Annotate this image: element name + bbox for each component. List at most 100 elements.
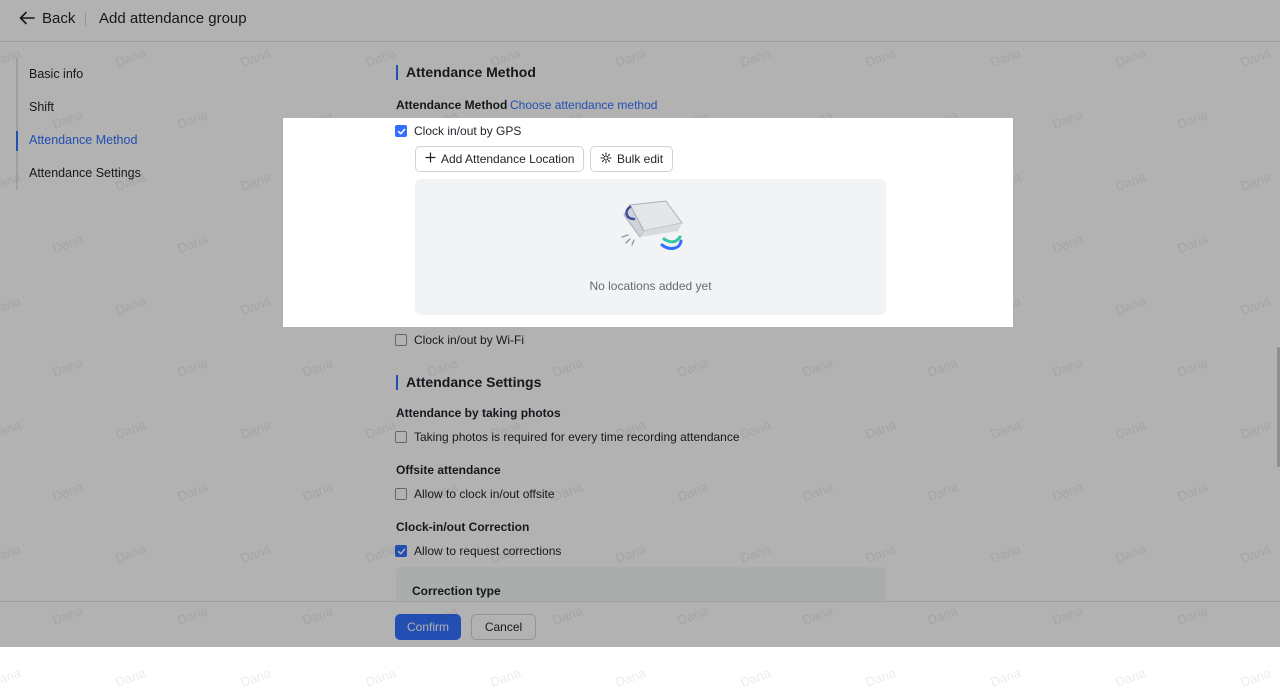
section-nav: Basic info Shift Attendance Method Atten… bbox=[16, 58, 218, 190]
watermark-text: Dana bbox=[238, 665, 273, 690]
watermark-text: Dana bbox=[988, 541, 1023, 566]
confirm-button[interactable]: Confirm bbox=[395, 614, 461, 640]
checkbox-box[interactable] bbox=[395, 334, 407, 346]
watermark-text: Dana bbox=[1050, 107, 1085, 132]
offsite-option: Allow to clock in/out offsite bbox=[414, 487, 555, 501]
photos-option: Taking photos is required for every time… bbox=[414, 430, 740, 444]
watermark-text: Dana bbox=[1113, 45, 1148, 70]
watermark-text: Dana bbox=[925, 479, 960, 504]
watermark-text: Dana bbox=[1238, 665, 1273, 690]
watermark-text: Dana bbox=[175, 231, 210, 256]
watermark-text: Dana bbox=[238, 417, 273, 442]
watermark-text: Dana bbox=[613, 665, 648, 690]
watermark-text: Dana bbox=[1113, 541, 1148, 566]
watermark-text: Dana bbox=[0, 417, 23, 442]
watermark-text: Dana bbox=[1238, 45, 1273, 70]
watermark-text: Dana bbox=[238, 541, 273, 566]
header-bar: Back Add attendance group bbox=[0, 0, 1280, 42]
gps-label: Clock in/out by GPS bbox=[414, 124, 522, 138]
add-location-label: Add Attendance Location bbox=[441, 152, 575, 166]
watermark-text: Dana bbox=[363, 665, 398, 690]
watermark-text: Dana bbox=[50, 231, 85, 256]
bulk-edit-button[interactable]: Bulk edit bbox=[590, 146, 674, 172]
gps-highlight-region: Clock in/out by GPS Add Attendance Locat… bbox=[283, 118, 1013, 327]
watermark-text: Dana bbox=[300, 479, 335, 504]
check-icon bbox=[397, 548, 405, 554]
watermark-text: Dana bbox=[0, 541, 23, 566]
watermark-text: Dana bbox=[863, 665, 898, 690]
watermark-text: Dana bbox=[675, 479, 710, 504]
offsite-checkbox[interactable]: Allow to clock in/out offsite bbox=[395, 487, 555, 501]
cancel-button[interactable]: Cancel bbox=[471, 614, 536, 640]
watermark-text: Dana bbox=[113, 665, 148, 690]
footer-bar bbox=[0, 601, 1280, 648]
add-location-button[interactable]: Add Attendance Location bbox=[415, 146, 585, 172]
nav-item-attendance-method[interactable]: Attendance Method bbox=[16, 124, 218, 157]
nav-item-attendance-settings[interactable]: Attendance Settings bbox=[18, 157, 218, 190]
watermark-text: Dana bbox=[1238, 541, 1273, 566]
back-label: Back bbox=[42, 9, 76, 27]
watermark-text: Dana bbox=[1113, 665, 1148, 690]
checkbox-box[interactable] bbox=[395, 125, 407, 137]
watermark-text: Dana bbox=[238, 169, 273, 194]
correction-checkbox[interactable]: Allow to request corrections bbox=[395, 544, 561, 558]
empty-locations-text: No locations added yet bbox=[589, 279, 712, 293]
section-title-method: Attendance Method bbox=[396, 65, 536, 80]
choose-method-link[interactable]: Choose attendance method bbox=[510, 98, 657, 112]
watermark-text: Dana bbox=[113, 541, 148, 566]
watermark-text: Dana bbox=[738, 45, 773, 70]
watermark-text: Dana bbox=[1175, 107, 1210, 132]
watermark-text: Dana bbox=[1175, 231, 1210, 256]
watermark-text: Dana bbox=[863, 45, 898, 70]
watermark-text: Dana bbox=[988, 45, 1023, 70]
gear-icon bbox=[600, 151, 612, 167]
watermark-text: Dana bbox=[113, 293, 148, 318]
watermark-text: Dana bbox=[175, 355, 210, 380]
gps-checkbox[interactable]: Clock in/out by GPS bbox=[395, 124, 521, 138]
watermark-text: Dana bbox=[988, 665, 1023, 690]
back-button[interactable]: Back bbox=[18, 9, 75, 27]
watermark-text: Dana bbox=[800, 355, 835, 380]
watermark-text: Dana bbox=[363, 417, 398, 442]
watermark-text: Dana bbox=[238, 293, 273, 318]
attendance-method-label: Attendance Method bbox=[396, 98, 508, 112]
checkbox-box[interactable] bbox=[395, 431, 407, 443]
bulk-edit-label: Bulk edit bbox=[617, 152, 664, 166]
watermark-text: Dana bbox=[363, 45, 398, 70]
watermark-text: Dana bbox=[1050, 479, 1085, 504]
watermark-text: Dana bbox=[1113, 293, 1148, 318]
watermark-text: Dana bbox=[738, 665, 773, 690]
correction-option: Allow to request corrections bbox=[414, 544, 562, 558]
offsite-label: Offsite attendance bbox=[396, 463, 501, 477]
watermark-text: Dana bbox=[0, 293, 23, 318]
watermark-text: Dana bbox=[1050, 231, 1085, 256]
watermark-text: Dana bbox=[1238, 169, 1273, 194]
watermark-text: Dana bbox=[863, 417, 898, 442]
section-title-settings: Attendance Settings bbox=[396, 375, 541, 390]
watermark-text: Dana bbox=[863, 541, 898, 566]
correction-type-title: Correction type bbox=[412, 584, 501, 598]
locations-empty-panel: No locations added yet bbox=[415, 179, 886, 315]
header-divider bbox=[85, 12, 86, 26]
wifi-checkbox[interactable]: Clock in/out by Wi-Fi bbox=[395, 333, 524, 347]
watermark-text: Dana bbox=[488, 665, 523, 690]
watermark-text: Dana bbox=[675, 355, 710, 380]
watermark-text: Dana bbox=[175, 479, 210, 504]
watermark-text: Dana bbox=[738, 541, 773, 566]
watermark-text: Dana bbox=[113, 417, 148, 442]
checkbox-box[interactable] bbox=[395, 488, 407, 500]
watermark-text: Dana bbox=[1175, 355, 1210, 380]
watermark-text: Dana bbox=[550, 355, 585, 380]
watermark-text: Dana bbox=[1113, 169, 1148, 194]
watermark-text: Dana bbox=[1113, 417, 1148, 442]
watermark-text: Dana bbox=[363, 541, 398, 566]
watermark-text: Dana bbox=[550, 479, 585, 504]
watermark-text: Dana bbox=[1175, 479, 1210, 504]
nav-item-shift[interactable]: Shift bbox=[18, 91, 218, 124]
empty-locations-illustration bbox=[618, 197, 684, 264]
checkbox-box[interactable] bbox=[395, 545, 407, 557]
correction-label: Clock-in/out Correction bbox=[396, 520, 530, 534]
watermark-text: Dana bbox=[613, 45, 648, 70]
nav-item-basic-info[interactable]: Basic info bbox=[18, 58, 218, 91]
photos-checkbox[interactable]: Taking photos is required for every time… bbox=[395, 430, 740, 444]
